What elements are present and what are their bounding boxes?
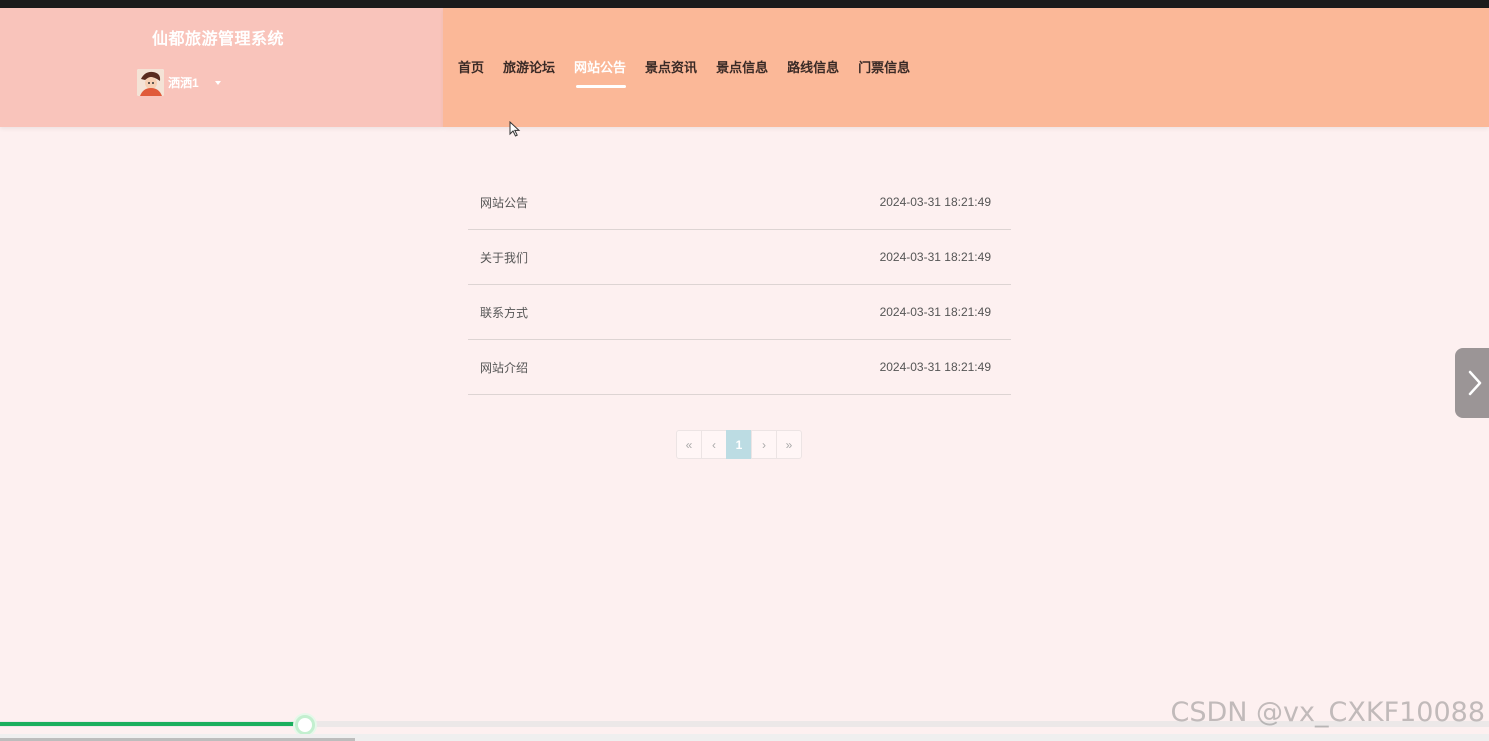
- avatar-icon: [137, 69, 164, 96]
- watermark: CSDN @vx_CXKF10088: [1170, 697, 1486, 728]
- notice-date: 2024-03-31 18:21:49: [879, 360, 991, 374]
- prev-page-button[interactable]: ‹: [701, 430, 727, 459]
- next-page-button[interactable]: ›: [751, 430, 777, 459]
- video-progress-handle[interactable]: [295, 715, 315, 735]
- current-page-button[interactable]: 1: [726, 430, 752, 459]
- list-item[interactable]: 关于我们 2024-03-31 18:21:49: [468, 230, 1011, 285]
- brand-panel: 仙都旅游管理系统 洒洒1: [0, 8, 443, 127]
- site-title: 仙都旅游管理系统: [152, 31, 285, 48]
- video-progress-fill: [0, 722, 305, 726]
- nav-item-scenic-info[interactable]: 景点信息: [716, 57, 768, 76]
- nav-item-tickets[interactable]: 门票信息: [858, 57, 910, 76]
- list-item[interactable]: 网站介绍 2024-03-31 18:21:49: [468, 340, 1011, 395]
- announcement-list: 网站公告 2024-03-31 18:21:49 关于我们 2024-03-31…: [468, 175, 1011, 395]
- side-next-button[interactable]: [1455, 348, 1489, 418]
- list-item[interactable]: 联系方式 2024-03-31 18:21:49: [468, 285, 1011, 340]
- nav-item-scenic-news[interactable]: 景点资讯: [645, 57, 697, 76]
- window-top-strip: [0, 0, 1489, 8]
- notice-date: 2024-03-31 18:21:49: [879, 250, 991, 264]
- main-nav: 首页 旅游论坛 网站公告 景点资讯 景点信息 路线信息 门票信息: [458, 57, 929, 88]
- nav-item-routes[interactable]: 路线信息: [787, 57, 839, 76]
- notice-date: 2024-03-31 18:21:49: [879, 195, 991, 209]
- list-item[interactable]: 网站公告 2024-03-31 18:21:49: [468, 175, 1011, 230]
- user-menu[interactable]: 洒洒1: [137, 69, 221, 96]
- nav-item-announcements[interactable]: 网站公告: [574, 57, 627, 88]
- nav-panel: 首页 旅游论坛 网站公告 景点资讯 景点信息 路线信息 门票信息: [443, 8, 1489, 127]
- notice-date: 2024-03-31 18:21:49: [879, 305, 991, 319]
- notice-title[interactable]: 关于我们: [480, 249, 528, 266]
- mouse-cursor-icon: [509, 121, 521, 137]
- nav-item-forum[interactable]: 旅游论坛: [503, 57, 555, 76]
- notice-title[interactable]: 网站公告: [480, 194, 528, 211]
- last-page-button[interactable]: »: [776, 430, 802, 459]
- notice-title[interactable]: 网站介绍: [480, 359, 528, 376]
- chevron-right-icon: [1468, 370, 1482, 396]
- pagination: « ‹ 1 › »: [676, 430, 802, 459]
- caret-down-icon[interactable]: [214, 80, 221, 85]
- notice-title[interactable]: 联系方式: [480, 304, 528, 321]
- nav-item-home[interactable]: 首页: [458, 57, 484, 76]
- username: 洒洒1: [168, 76, 199, 90]
- site-header: 仙都旅游管理系统 洒洒1 首页 旅游论坛 网站公告 景点资讯 景点信息 路线信息…: [0, 8, 1489, 127]
- first-page-button[interactable]: «: [676, 430, 702, 459]
